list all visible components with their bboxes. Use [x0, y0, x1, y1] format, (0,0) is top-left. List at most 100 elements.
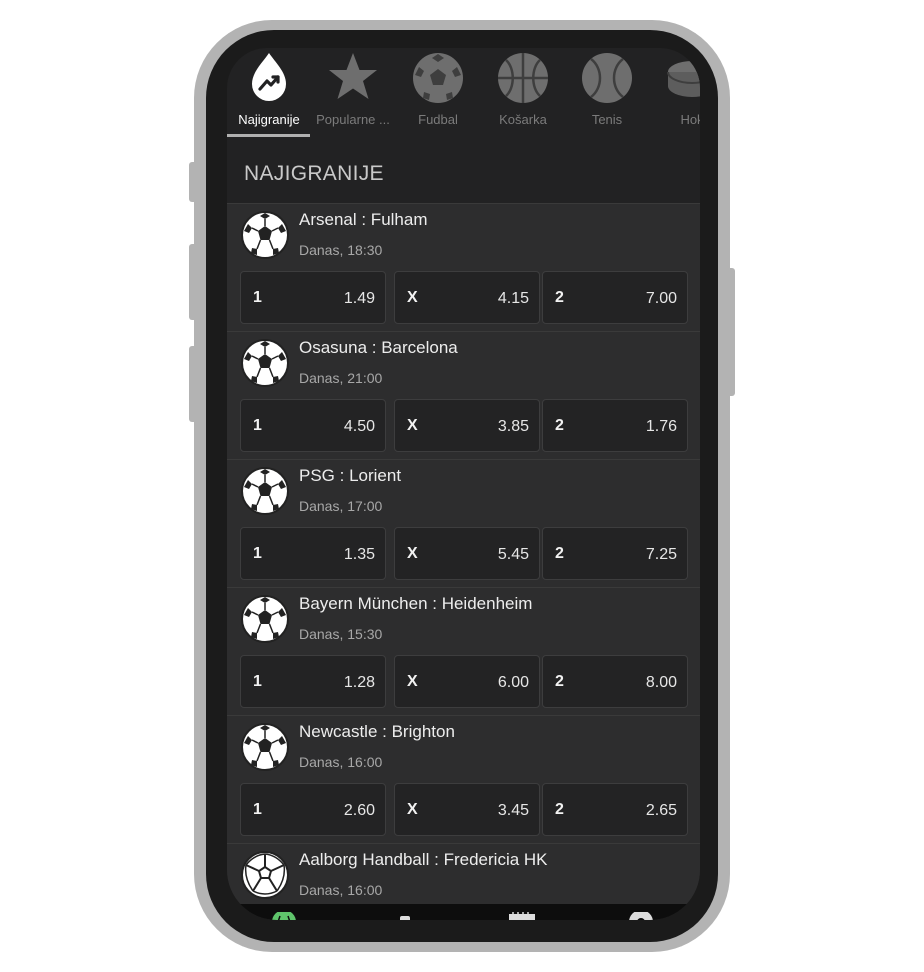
- odds-group: 1 1.49 X 4.15 2 7.00: [240, 271, 688, 325]
- odds-group: 1 1.35 X 5.45 2 7.25: [240, 527, 688, 581]
- odd-value: 2.60: [343, 802, 375, 819]
- odds-group: 1 1.28 X 6.00 2 8.00: [240, 655, 688, 709]
- odd-value: 6.00: [497, 674, 529, 691]
- match-teams: Osasuna : Barcelona: [299, 338, 458, 357]
- tab-label: Košarka: [499, 112, 547, 127]
- odd-button-away[interactable]: 2 7.25: [542, 527, 688, 580]
- odd-button-home[interactable]: 1 4.50: [240, 399, 386, 452]
- tab-fudbal[interactable]: Fudbal: [396, 48, 480, 140]
- app-screen: Najigranije Popularne ... Fudbal Košarka…: [227, 48, 700, 920]
- ticket-nav-icon[interactable]: [508, 912, 536, 920]
- odd-key: 2: [555, 289, 564, 306]
- odd-value: 4.50: [343, 418, 375, 435]
- tab-label: Tenis: [591, 112, 623, 127]
- odd-button-draw[interactable]: X 5.45: [394, 527, 540, 580]
- basketball-icon: [498, 53, 548, 103]
- phone-side-button: [189, 162, 197, 202]
- tab-najigranije[interactable]: Najigranije: [227, 48, 311, 140]
- odd-value: 8.00: [645, 674, 677, 691]
- odd-button-draw[interactable]: X 3.85: [394, 399, 540, 452]
- match-row[interactable]: Osasuna : Barcelona Danas, 21:00 1 4.50 …: [227, 331, 700, 459]
- odd-button-away[interactable]: 2 1.76: [542, 399, 688, 452]
- odd-button-home[interactable]: 1 1.49: [240, 271, 386, 324]
- odd-key: 1: [253, 545, 262, 562]
- odd-value: 2.65: [645, 802, 677, 819]
- odd-value: 1.35: [343, 546, 375, 563]
- match-time: Danas, 16:00: [299, 882, 383, 898]
- active-tab-indicator: [227, 134, 310, 137]
- odd-key: 1: [253, 801, 262, 818]
- odd-button-home[interactable]: 1 1.35: [240, 527, 386, 580]
- odds-group: 1 2.60 X 3.45 2 2.65: [240, 783, 688, 837]
- tab-label: Najigranije: [238, 112, 300, 127]
- tab-label: Hok: [680, 112, 700, 127]
- soccer-ball-icon: [241, 467, 289, 515]
- trending-drop-icon: [252, 53, 286, 101]
- odd-value: 4.15: [497, 290, 529, 307]
- soccer-ball-icon: [241, 595, 289, 643]
- soccer-ball-icon: [413, 53, 463, 103]
- odd-value: 1.49: [343, 290, 375, 307]
- odd-value: 7.25: [645, 546, 677, 563]
- match-teams: PSG : Lorient: [299, 466, 402, 485]
- sport-tabs: Najigranije Popularne ... Fudbal Košarka…: [227, 48, 700, 140]
- match-teams: Arsenal : Fulham: [299, 210, 428, 229]
- odd-key: 2: [555, 417, 564, 434]
- tab-kosarka[interactable]: Košarka: [481, 48, 565, 140]
- tab-tenis[interactable]: Tenis: [565, 48, 649, 140]
- odd-button-home[interactable]: 1 1.28: [240, 655, 386, 708]
- odd-value: 3.45: [497, 802, 529, 819]
- soccer-ball-icon: [241, 339, 289, 387]
- match-time: Danas, 21:00: [299, 370, 383, 386]
- odd-button-draw[interactable]: X 4.15: [394, 271, 540, 324]
- match-time: Danas, 15:30: [299, 626, 383, 642]
- tab-popularne[interactable]: Popularne ...: [311, 48, 395, 140]
- odd-key: 2: [555, 545, 564, 562]
- match-teams: Newcastle : Brighton: [299, 722, 455, 741]
- odd-key: 2: [555, 673, 564, 690]
- odd-button-home[interactable]: 1 2.60: [240, 783, 386, 836]
- odd-key: X: [407, 417, 418, 434]
- odd-value: 3.85: [497, 418, 529, 435]
- section-title: NAJIGRANIJE: [244, 162, 384, 185]
- odd-value: 7.00: [645, 290, 677, 307]
- tab-label: Popularne ...: [316, 112, 390, 127]
- match-time: Danas, 17:00: [299, 498, 383, 514]
- tennis-ball-icon: [582, 53, 632, 103]
- star-icon: [329, 53, 377, 99]
- odds-group: 1 4.50 X 3.85 2 1.76: [240, 399, 688, 453]
- odd-button-away[interactable]: 2 7.00: [542, 271, 688, 324]
- odd-value: 1.28: [343, 674, 375, 691]
- odd-key: X: [407, 801, 418, 818]
- odd-key: 1: [253, 289, 262, 306]
- odd-button-away[interactable]: 2 8.00: [542, 655, 688, 708]
- match-list[interactable]: Arsenal : Fulham Danas, 18:30 1 1.49 X 4…: [227, 203, 700, 920]
- odd-value: 5.45: [497, 546, 529, 563]
- match-time: Danas, 18:30: [299, 242, 383, 258]
- odd-button-draw[interactable]: X 3.45: [394, 783, 540, 836]
- phone-side-button: [727, 268, 735, 396]
- settings-nav-icon[interactable]: [627, 912, 655, 920]
- odd-key: 2: [555, 801, 564, 818]
- sports-nav-icon[interactable]: [270, 912, 298, 920]
- odd-key: X: [407, 545, 418, 562]
- handball-icon: [241, 851, 289, 899]
- odd-button-draw[interactable]: X 6.00: [394, 655, 540, 708]
- odd-key: X: [407, 673, 418, 690]
- match-row[interactable]: Arsenal : Fulham Danas, 18:30 1 1.49 X 4…: [227, 203, 700, 331]
- hockey-puck-icon: [667, 61, 700, 97]
- soccer-ball-icon: [241, 723, 289, 771]
- odd-button-away[interactable]: 2 2.65: [542, 783, 688, 836]
- match-row[interactable]: Newcastle : Brighton Danas, 16:00 1 2.60…: [227, 715, 700, 843]
- tab-label: Fudbal: [418, 112, 458, 127]
- odd-key: 1: [253, 417, 262, 434]
- match-row[interactable]: PSG : Lorient Danas, 17:00 1 1.35 X 5.45…: [227, 459, 700, 587]
- match-teams: Bayern München : Heidenheim: [299, 594, 533, 613]
- soccer-ball-icon: [241, 211, 289, 259]
- odd-key: 1: [253, 673, 262, 690]
- live-nav-icon[interactable]: [391, 912, 419, 920]
- match-row[interactable]: Bayern München : Heidenheim Danas, 15:30…: [227, 587, 700, 715]
- match-teams: Aalborg Handball : Fredericia HK: [299, 850, 548, 869]
- odd-key: X: [407, 289, 418, 306]
- tab-hokej[interactable]: Hok: [650, 48, 700, 140]
